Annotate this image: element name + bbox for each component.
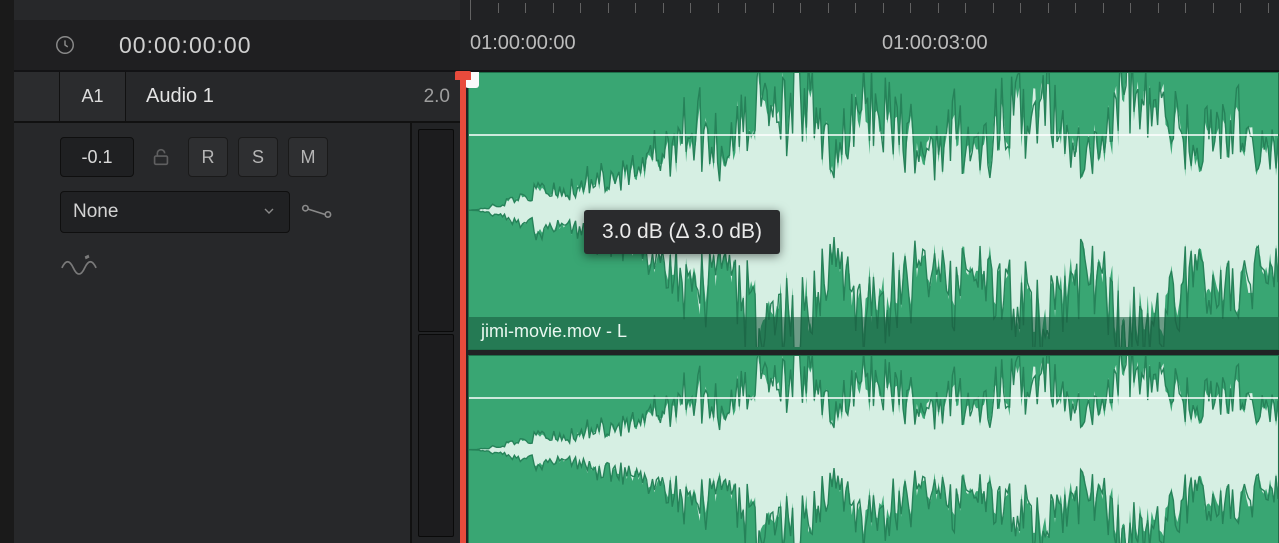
left-stripe: [0, 0, 14, 543]
timeline-ruler[interactable]: 01:00:00:0001:00:03:00: [460, 0, 1279, 72]
track-panel: 00:00:00:00 A1 Audio 1 2.0 -0.1 R: [14, 0, 460, 543]
volume-field[interactable]: -0.1: [60, 137, 134, 177]
audio-clip-right[interactable]: [468, 355, 1279, 543]
timeline[interactable]: 01:00:00:0001:00:03:00 jimi-movie.mov - …: [460, 0, 1279, 543]
gain-tooltip: 3.0 dB (Δ 3.0 dB): [584, 210, 780, 254]
effect-dropdown-label: None: [73, 201, 118, 223]
track-header: A1 Audio 1 2.0: [14, 72, 460, 122]
chevron-down-icon: [261, 203, 277, 222]
effect-dropdown[interactable]: None: [60, 191, 290, 233]
track-meter: [410, 123, 460, 543]
track-id[interactable]: A1: [60, 72, 126, 121]
solo-button[interactable]: S: [238, 137, 278, 177]
clip-label: jimi-movie.mov - L: [469, 317, 1278, 349]
playhead[interactable]: [460, 72, 466, 543]
clip-gain-line[interactable]: [469, 134, 1278, 136]
meter-channel: [418, 334, 454, 537]
automation-curve-icon[interactable]: [300, 200, 336, 225]
track-name[interactable]: Audio 1: [126, 85, 424, 108]
mute-button[interactable]: M: [288, 137, 328, 177]
record-arm-button[interactable]: R: [188, 137, 228, 177]
waveform-edit-icon[interactable]: [60, 247, 98, 286]
meter-channel: [418, 129, 454, 332]
timecode-row: 00:00:00:00: [14, 20, 460, 72]
timeline-tracks-area[interactable]: jimi-movie.mov - L 3.0 dB (Δ 3.0 dB): [460, 72, 1279, 543]
clock-icon: [54, 34, 94, 56]
track-channels: 2.0: [424, 86, 460, 108]
lock-icon[interactable]: [144, 146, 178, 168]
track-color-block[interactable]: [14, 72, 60, 121]
clip-gain-line[interactable]: [469, 397, 1278, 399]
timecode-value[interactable]: 00:00:00:00: [94, 32, 252, 59]
